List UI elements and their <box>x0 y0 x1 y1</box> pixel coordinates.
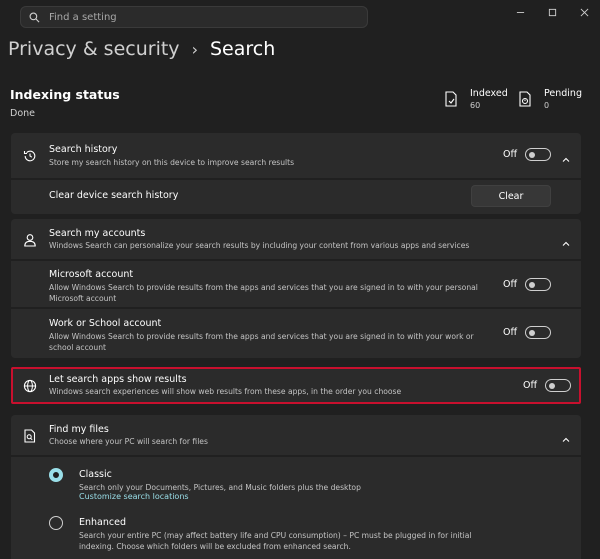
maximize-icon <box>548 8 556 16</box>
microsoft-account-title: Microsoft account <box>49 269 134 280</box>
divider <box>11 455 581 457</box>
classic-radio[interactable] <box>49 468 63 482</box>
search-apps-toggle[interactable] <box>545 379 572 392</box>
microsoft-account-row: Microsoft account Allow Windows Search t… <box>11 261 581 307</box>
indexing-status-title: Indexing status <box>10 87 120 102</box>
window-controls <box>504 0 600 24</box>
microsoft-account-toggle[interactable] <box>525 278 552 291</box>
search-apps-title: Let search apps show results <box>49 374 187 385</box>
search-apps-toggle-label: Off <box>523 380 538 391</box>
settings-search-box[interactable] <box>20 6 368 28</box>
chevron-up-icon[interactable] <box>561 430 571 442</box>
person-icon <box>23 232 37 247</box>
close-icon <box>580 8 588 16</box>
search-apps-card: Let search apps show results Windows sea… <box>11 368 581 403</box>
search-history-title: Search history <box>49 144 118 155</box>
search-accounts-title: Search my accounts <box>49 228 146 239</box>
search-history-desc: Store my search history on this device t… <box>49 158 295 167</box>
search-history-row[interactable]: Search history Store my search history o… <box>11 133 581 178</box>
indexed-count: 60 <box>470 101 481 110</box>
indexing-status: Indexing status Done <box>10 87 120 119</box>
work-account-desc: Allow Windows Search to provide results … <box>49 332 474 352</box>
breadcrumb-parent[interactable]: Privacy & security <box>8 38 180 60</box>
indexed-label: Indexed <box>470 88 508 99</box>
minimize-icon <box>516 11 524 13</box>
search-history-toggle-label: Off <box>503 149 518 160</box>
clear-button[interactable]: Clear <box>471 185 551 207</box>
search-apps-row[interactable]: Let search apps show results Windows sea… <box>11 368 581 403</box>
search-accounts-row[interactable]: Search my accounts Windows Search can pe… <box>11 219 581 259</box>
enhanced-radio[interactable] <box>49 516 63 530</box>
close-button[interactable] <box>568 0 600 24</box>
pending-count: 0 <box>544 101 550 110</box>
find-files-row[interactable]: Find my files Choose where your PC will … <box>11 415 581 455</box>
enhanced-label: Enhanced <box>79 517 126 528</box>
indexed-stat: Indexed 60 <box>444 88 508 110</box>
chevron-up-icon[interactable] <box>561 150 571 162</box>
search-history-card: Search history Store my search history o… <box>11 133 581 214</box>
search-accounts-card: Search my accounts Windows Search can pe… <box>11 219 581 358</box>
work-account-toggle[interactable] <box>525 326 552 339</box>
find-files-desc: Choose where your PC will search for fil… <box>49 437 208 446</box>
pending-label: Pending <box>544 88 582 99</box>
enhanced-desc: Search your entire PC (may affect batter… <box>79 531 472 551</box>
clear-history-label: Clear device search history <box>49 190 179 201</box>
search-icon <box>29 12 40 22</box>
clear-history-row: Clear device search history Clear <box>11 180 581 214</box>
customize-search-locations-link[interactable]: Customize search locations <box>79 492 189 501</box>
pending-file-icon <box>519 91 531 107</box>
chevron-up-icon[interactable] <box>561 234 571 246</box>
search-apps-desc: Windows search experiences will show web… <box>49 387 402 396</box>
minimize-button[interactable] <box>504 0 536 24</box>
find-files-title: Find my files <box>49 424 109 435</box>
work-account-row: Work or School account Allow Windows Sea… <box>11 309 581 358</box>
work-account-toggle-label: Off <box>503 327 518 338</box>
find-files-card: Find my files Choose where your PC will … <box>11 415 581 559</box>
microsoft-account-desc: Allow Windows Search to provide results … <box>49 283 478 303</box>
maximize-button[interactable] <box>536 0 568 24</box>
file-search-icon <box>23 428 37 443</box>
indexing-status-value: Done <box>10 108 35 119</box>
breadcrumb: Privacy & security › Search <box>8 38 275 60</box>
indexed-file-icon <box>445 91 457 107</box>
pending-stat: Pending 0 <box>518 88 582 110</box>
search-history-toggle[interactable] <box>525 148 552 161</box>
work-account-title: Work or School account <box>49 318 162 329</box>
microsoft-account-toggle-label: Off <box>503 279 518 290</box>
history-icon <box>23 148 37 162</box>
search-input[interactable] <box>49 11 349 23</box>
breadcrumb-separator: › <box>191 39 198 59</box>
search-accounts-desc: Windows Search can personalize your sear… <box>49 241 470 250</box>
page-title: Search <box>209 38 276 60</box>
classic-label: Classic <box>79 469 112 480</box>
globe-icon <box>23 378 37 393</box>
